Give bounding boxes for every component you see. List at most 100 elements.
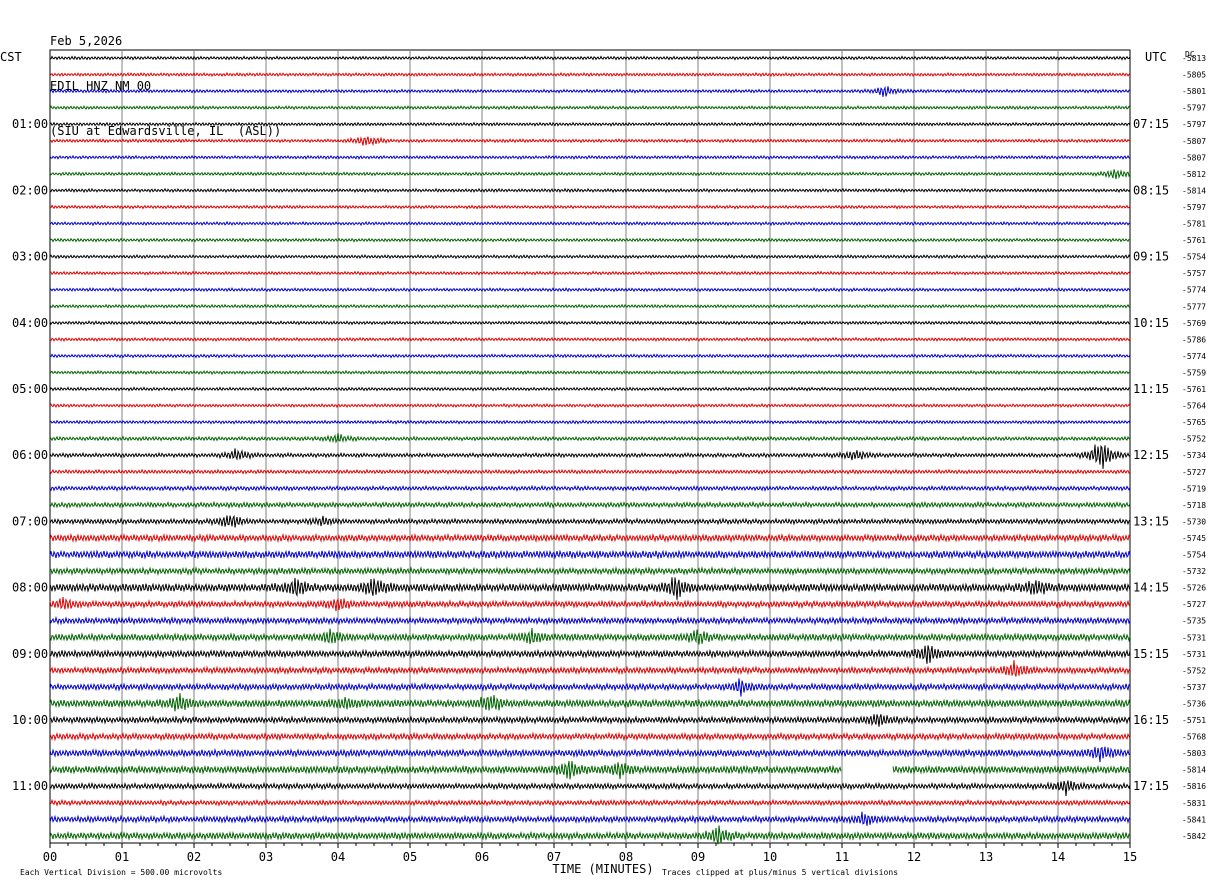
seismic-trace (49, 731, 1131, 742)
cst-hour-label: 05:00 (12, 382, 48, 396)
dc-offset-label: -5732 (1182, 567, 1206, 576)
utc-hour-label: 15:15 (1133, 647, 1169, 661)
x-tick-label: 13 (979, 850, 993, 864)
dc-offset-label: -5769 (1182, 319, 1206, 328)
dc-offset-label: -5841 (1182, 815, 1206, 824)
utc-hour-label: 10:15 (1133, 316, 1169, 330)
dc-offset-label: -5831 (1182, 799, 1206, 808)
dc-offset-label: -5719 (1182, 484, 1206, 493)
x-tick-label: 12 (907, 850, 921, 864)
seismic-trace (49, 714, 1131, 727)
x-tick-label: 04 (331, 850, 345, 864)
seismic-trace (49, 419, 1131, 425)
x-tick-label: 15 (1123, 850, 1137, 864)
x-tick-label: 10 (763, 850, 777, 864)
cst-hour-label: 01:00 (12, 117, 48, 131)
utc-hour-label: 11:15 (1133, 382, 1169, 396)
dc-offset-label: -5803 (1182, 749, 1206, 758)
chart-grid (49, 49, 1131, 848)
x-tick-label: 02 (187, 850, 201, 864)
seismic-trace (49, 627, 1131, 645)
seismic-trace (49, 798, 1131, 807)
dc-offset-label: -5727 (1182, 468, 1206, 477)
dc-offset-label: -5745 (1182, 534, 1206, 543)
x-tick-label: 11 (835, 850, 849, 864)
dc-offset-label: -5814 (1182, 186, 1206, 195)
seismic-trace (49, 645, 1131, 664)
seismic-trace (49, 386, 1131, 392)
dc-offset-label: -5761 (1182, 236, 1206, 245)
cst-hour-label: 10:00 (12, 713, 48, 727)
dc-offset-label: -5731 (1182, 650, 1206, 659)
seismic-trace (49, 468, 1131, 475)
seismic-trace (49, 254, 1131, 260)
x-tick-label: 06 (475, 850, 489, 864)
utc-hour-label: 08:15 (1133, 183, 1169, 197)
cst-hour-label: 08:00 (12, 581, 48, 595)
dc-offset-label: -5807 (1182, 153, 1206, 162)
seismic-trace (49, 187, 1131, 194)
dc-offset-label: -5842 (1182, 832, 1206, 841)
plot-frame (49, 49, 1131, 844)
seismic-trace (50, 55, 1131, 61)
x-tick-label: 09 (691, 850, 705, 864)
cst-hour-label: 02:00 (12, 183, 48, 197)
seismic-trace (49, 811, 1131, 826)
seismic-trace (49, 169, 1131, 180)
cst-hour-label: 06:00 (12, 448, 48, 462)
x-tick-label: 14 (1051, 850, 1065, 864)
dc-offset-label: -5807 (1182, 137, 1206, 146)
cst-hour-label: 04:00 (12, 316, 48, 330)
seismic-trace (49, 597, 1131, 612)
seismic-trace (49, 693, 1131, 712)
dc-offset-label: -5814 (1182, 766, 1206, 775)
seismic-trace (49, 615, 1131, 626)
dc-offset-label: -5777 (1182, 302, 1206, 311)
cst-axis-label: CST (0, 50, 22, 64)
dc-offset-label: -5754 (1182, 551, 1206, 560)
dc-offset-label: -5774 (1182, 352, 1206, 361)
seismic-trace (49, 270, 1131, 276)
seismic-trace (49, 566, 1131, 577)
seismic-trace (49, 500, 1131, 509)
seismic-trace (49, 353, 1131, 359)
dc-offset-label: -5752 (1182, 435, 1206, 444)
utc-hour-label: 09:15 (1133, 250, 1169, 264)
seismic-trace (49, 760, 1131, 780)
dc-offset-label: -5805 (1182, 71, 1206, 80)
dc-offset-label: -5797 (1182, 120, 1206, 129)
x-tick-label: 03 (259, 850, 273, 864)
dc-offset-label: -5736 (1182, 699, 1206, 708)
seismic-trace (49, 825, 1131, 845)
dc-offset-label: -5752 (1182, 666, 1206, 675)
helicorder-chart: -5813-5805-5801-5797-5797-5807-5807-5812… (0, 49, 1206, 877)
dc-offset-label: -5786 (1182, 335, 1206, 344)
dc-offset-label: -5730 (1182, 517, 1206, 526)
seismic-trace (49, 660, 1131, 677)
dc-offset-label: -5735 (1182, 617, 1206, 626)
seismic-trace (49, 577, 1131, 600)
seismic-trace (49, 432, 1131, 444)
seismic-trace (49, 444, 1131, 469)
seismic-trace (49, 780, 1131, 796)
dc-offset-label: -5812 (1182, 170, 1206, 179)
seismic-trace (49, 678, 1131, 697)
dc-offset-label: -5727 (1182, 600, 1206, 609)
seismic-trace (49, 121, 1131, 127)
seismic-trace (49, 369, 1131, 376)
dc-offset-label: -5757 (1182, 269, 1206, 278)
dc-offset-label: -5726 (1182, 584, 1206, 593)
seismic-trace (49, 204, 1131, 210)
seismic-trace (49, 532, 1131, 544)
cst-hour-label: 09:00 (12, 647, 48, 661)
x-tick-label: 00 (43, 850, 57, 864)
dc-offset-label: -5768 (1182, 733, 1206, 742)
utc-hour-label: 12:15 (1133, 448, 1169, 462)
dc-offset-label: -5761 (1182, 385, 1206, 394)
dc-offset-label: -5718 (1182, 501, 1206, 510)
seismic-trace (49, 71, 1131, 78)
seismic-trace (49, 105, 1131, 111)
dc-offset-label: -5731 (1182, 633, 1206, 642)
seismic-trace (49, 154, 1131, 160)
dc-offset-label: -5816 (1182, 782, 1206, 791)
